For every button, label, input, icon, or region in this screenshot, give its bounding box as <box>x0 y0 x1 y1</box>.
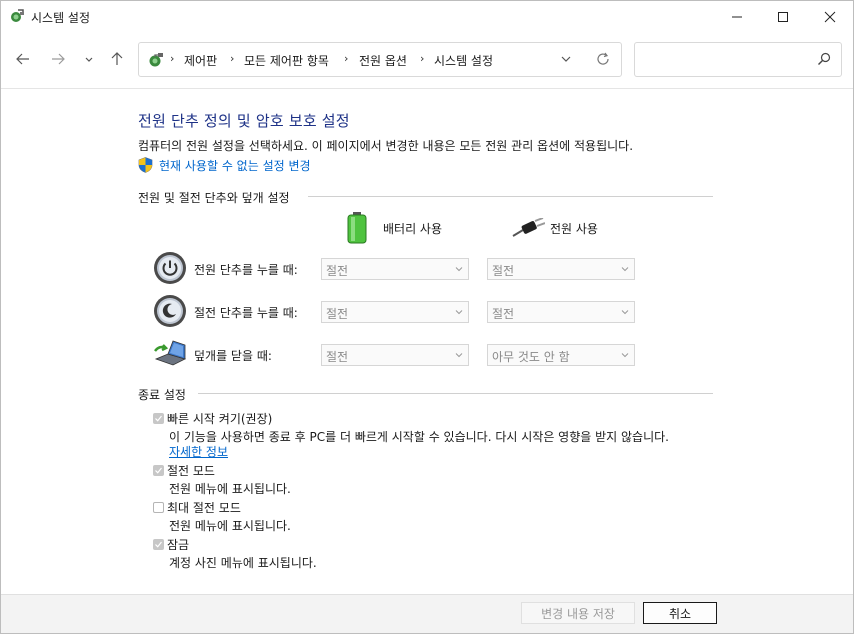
lock-label: 잠금 <box>167 538 190 552</box>
chevron-down-icon <box>455 310 463 315</box>
main-content: 전원 단추 정의 및 암호 보호 설정 컴퓨터의 전원 설정을 선택하세요. 이… <box>1 89 853 594</box>
hibernate-checkbox[interactable] <box>153 502 164 513</box>
back-button[interactable] <box>12 48 34 70</box>
power-button-icon <box>154 252 186 284</box>
chevron-down-icon <box>85 57 93 62</box>
breadcrumb-power-options[interactable]: 전원 옵션 <box>359 52 407 69</box>
shutdown-section-heading: 종료 설정 <box>138 388 186 402</box>
select-value: 절전 <box>492 264 515 278</box>
checkmark-icon <box>155 415 162 422</box>
search-icon <box>818 52 831 65</box>
window-title: 시스템 설정 <box>31 11 91 25</box>
battery-column-header: 배터리 사용 <box>347 212 442 244</box>
up-button[interactable] <box>106 48 128 70</box>
fast-startup-label: 빠른 시작 켜기(권장) <box>167 412 273 426</box>
select-value: 절전 <box>326 350 349 364</box>
lock-checkbox-row[interactable]: 잠금 <box>153 536 189 553</box>
chevron-down-icon[interactable] <box>559 52 573 66</box>
sleep-button-label: 절전 단추를 누를 때: <box>194 306 298 320</box>
lid-close-label: 덮개를 닫을 때: <box>194 349 272 363</box>
recent-locations-button[interactable] <box>78 48 100 70</box>
save-changes-button[interactable]: 변경 내용 저장 <box>521 602 635 624</box>
close-button[interactable] <box>807 1 853 32</box>
breadcrumb-separator: › <box>230 52 235 65</box>
select-value: 아무 것도 안 함 <box>492 350 570 364</box>
lock-description: 계정 사진 메뉴에 표시됩니다. <box>169 556 317 570</box>
section-divider <box>198 393 713 394</box>
maximize-icon <box>778 11 788 22</box>
power-options-icon <box>149 53 163 67</box>
power-plug-icon <box>512 218 545 237</box>
refresh-icon[interactable] <box>595 51 611 67</box>
select-value: 절전 <box>492 307 515 321</box>
cancel-button[interactable]: 취소 <box>643 602 717 624</box>
chevron-down-icon <box>621 310 629 315</box>
breadcrumb-control-panel[interactable]: 제어판 <box>184 52 217 69</box>
lid-close-plugged-select[interactable]: 아무 것도 안 함 <box>487 344 635 366</box>
power-button-battery-select[interactable]: 절전 <box>321 258 469 280</box>
minimize-icon <box>732 16 742 17</box>
select-value: 절전 <box>326 264 349 278</box>
sleep-description: 전원 메뉴에 표시됩니다. <box>169 482 291 496</box>
arrow-up-icon <box>111 52 123 65</box>
battery-column-label: 배터리 사용 <box>383 221 443 236</box>
fast-startup-checkbox[interactable] <box>153 413 164 424</box>
title-bar: 시스템 설정 <box>1 1 853 32</box>
hibernate-description: 전원 메뉴에 표시됩니다. <box>169 519 291 533</box>
chevron-down-icon <box>621 267 629 272</box>
laptop-lid-icon <box>154 340 187 366</box>
system-settings-window: 시스템 설정 › 제어판 › 모든 제어판 항목 › 전원 옵션 › 시스템 설… <box>0 0 854 634</box>
chevron-down-icon <box>621 353 629 358</box>
checkmark-icon <box>155 467 162 474</box>
maximize-button[interactable] <box>760 1 806 32</box>
lid-close-battery-select[interactable]: 절전 <box>321 344 469 366</box>
breadcrumb-separator: › <box>344 52 349 65</box>
breadcrumb-separator: › <box>420 52 425 65</box>
change-settings-link[interactable]: 현재 사용할 수 없는 설정 변경 <box>138 157 311 173</box>
uac-shield-icon <box>138 157 153 173</box>
section-divider <box>308 196 713 197</box>
chevron-down-icon <box>455 353 463 358</box>
breadcrumb-system-settings[interactable]: 시스템 설정 <box>434 52 493 69</box>
sleep-button-icon <box>154 295 186 327</box>
chevron-down-icon <box>455 267 463 272</box>
lock-checkbox[interactable] <box>153 539 164 550</box>
sleep-button-battery-select[interactable]: 절전 <box>321 301 469 323</box>
buttons-section-heading: 전원 및 절전 단추와 덮개 설정 <box>138 191 290 205</box>
footer-bar: 변경 내용 저장 취소 <box>1 594 853 633</box>
power-options-icon <box>11 9 24 22</box>
checkmark-icon <box>155 541 162 548</box>
plugged-column-label: 전원 사용 <box>550 221 598 236</box>
arrow-right-icon <box>52 53 65 65</box>
breadcrumb-separator: › <box>170 52 175 65</box>
sleep-button-plugged-select[interactable]: 절전 <box>487 301 635 323</box>
battery-icon <box>347 212 367 244</box>
hibernate-label: 최대 절전 모드 <box>167 501 241 515</box>
forward-button[interactable] <box>47 48 69 70</box>
address-bar[interactable]: › 제어판 › 모든 제어판 항목 › 전원 옵션 › 시스템 설정 <box>138 42 622 77</box>
navigation-bar: › 제어판 › 모든 제어판 항목 › 전원 옵션 › 시스템 설정 <box>1 32 853 89</box>
minimize-button[interactable] <box>714 1 760 32</box>
learn-more-link[interactable]: 자세한 정보 <box>169 443 228 460</box>
change-settings-link-text: 현재 사용할 수 없는 설정 변경 <box>159 158 311 173</box>
close-icon <box>824 11 836 22</box>
hibernate-checkbox-row[interactable]: 최대 절전 모드 <box>153 499 241 516</box>
select-value: 절전 <box>326 307 349 321</box>
fast-startup-description: 이 기능을 사용하면 종료 후 PC를 더 빠르게 시작할 수 있습니다. 다시… <box>169 430 669 444</box>
sleep-checkbox[interactable] <box>153 465 164 476</box>
plugged-column-header: 전원 사용 <box>511 218 598 238</box>
search-input[interactable] <box>634 42 842 77</box>
page-title: 전원 단추 정의 및 암호 보호 설정 <box>138 112 350 130</box>
sleep-checkbox-row[interactable]: 절전 모드 <box>153 462 215 479</box>
fast-startup-checkbox-row[interactable]: 빠른 시작 켜기(권장) <box>153 410 272 427</box>
arrow-left-icon <box>16 53 29 65</box>
power-button-label: 전원 단추를 누를 때: <box>194 263 298 277</box>
breadcrumb-all-items[interactable]: 모든 제어판 항목 <box>244 52 329 69</box>
page-description: 컴퓨터의 전원 설정을 선택하세요. 이 페이지에서 변경한 내용은 모든 전원… <box>138 139 634 153</box>
power-button-plugged-select[interactable]: 절전 <box>487 258 635 280</box>
sleep-label: 절전 모드 <box>167 464 215 478</box>
